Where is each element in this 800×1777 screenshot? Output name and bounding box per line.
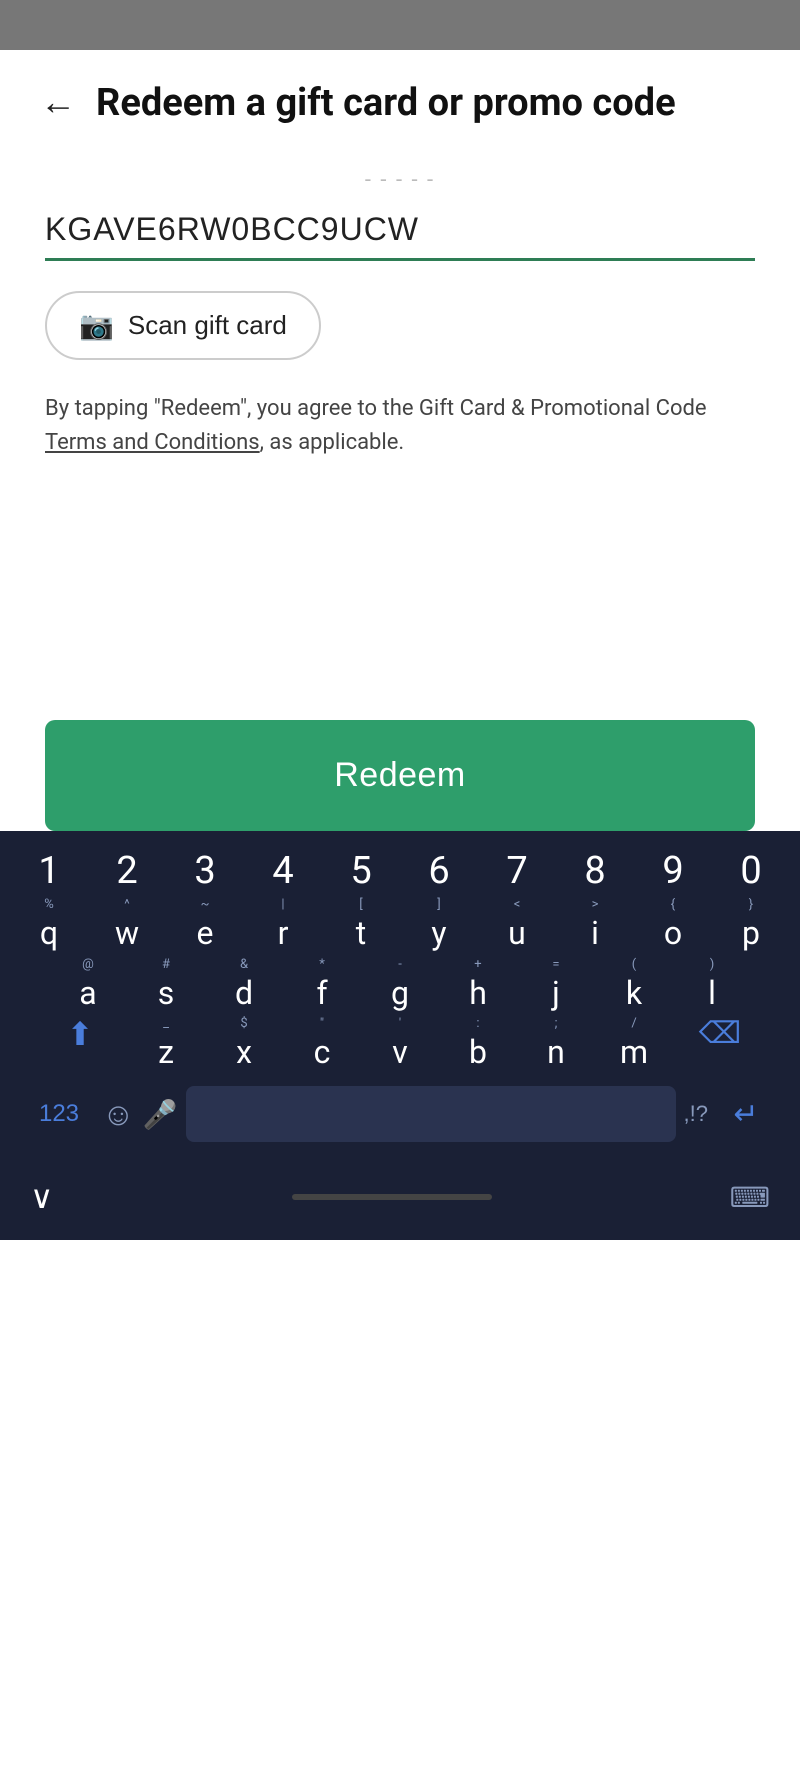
redeem-button[interactable]: Redeem <box>45 720 755 831</box>
key-z[interactable]: _z <box>129 1017 203 1070</box>
key-4[interactable]: 4 <box>246 851 320 893</box>
key-o[interactable]: {o <box>636 898 710 951</box>
key-w[interactable]: ^w <box>90 898 164 951</box>
key-q[interactable]: %q <box>12 898 86 951</box>
key-m[interactable]: /m <box>597 1017 671 1070</box>
spacer <box>0 500 800 720</box>
key-2[interactable]: 2 <box>90 851 164 893</box>
space-key[interactable] <box>186 1086 676 1142</box>
camera-icon: 📷 <box>79 309 114 342</box>
terms-link[interactable]: Terms and Conditions <box>45 430 260 455</box>
key-9[interactable]: 9 <box>636 851 710 893</box>
key-t[interactable]: [t <box>324 898 398 951</box>
header: ← Redeem a gift card or promo code <box>0 50 800 148</box>
key-v[interactable]: 'v <box>363 1017 437 1070</box>
back-button[interactable]: ← <box>40 84 76 120</box>
keyboard-row-3: ⬆ _z $x "c 'v :b ;n /m ⌫ <box>8 1017 792 1070</box>
scan-button-label: Scan gift card <box>128 310 287 341</box>
terms-text: By tapping "Redeem", you agree to the Gi… <box>45 392 755 460</box>
status-bar <box>0 0 800 50</box>
key-k[interactable]: (k <box>597 958 671 1011</box>
key-i[interactable]: >i <box>558 898 632 951</box>
hide-keyboard-button[interactable]: ∨ <box>30 1178 53 1216</box>
terms-suffix: , as applicable. <box>260 430 405 455</box>
key-0[interactable]: 0 <box>714 851 788 893</box>
key-y[interactable]: ]y <box>402 898 476 951</box>
mic-key[interactable]: 🎤 <box>143 1098 178 1131</box>
shift-key[interactable]: ⬆ <box>35 1017 125 1070</box>
key-123[interactable]: 123 <box>24 1100 94 1128</box>
key-6[interactable]: 6 <box>402 851 476 893</box>
key-p[interactable]: }p <box>714 898 788 951</box>
key-7[interactable]: 7 <box>480 851 554 893</box>
content-area: - - - - - 📷 Scan gift card By tapping "R… <box>0 148 800 460</box>
keyboard-numbers-row: 1 2 3 4 5 6 7 8 9 0 <box>8 851 792 893</box>
scroll-indicator <box>292 1194 492 1200</box>
key-e[interactable]: ~e <box>168 898 242 951</box>
key-g[interactable]: -g <box>363 958 437 1011</box>
scan-gift-card-button[interactable]: 📷 Scan gift card <box>45 291 321 360</box>
key-u[interactable]: <u <box>480 898 554 951</box>
keyboard: 1 2 3 4 5 6 7 8 9 0 %q ^w ~e |r [t ]y <u… <box>0 831 800 1162</box>
code-input-wrap <box>45 203 755 261</box>
emoji-key[interactable]: ☺ <box>102 1096 135 1133</box>
faded-hint: - - - - - <box>45 168 755 193</box>
bottom-bar: ∨ ⌨ <box>0 1162 800 1240</box>
key-l[interactable]: )l <box>675 958 749 1011</box>
page-title: Redeem a gift card or promo code <box>96 80 676 128</box>
keyboard-icon: ⌨ <box>730 1181 770 1214</box>
keyboard-bottom-row: 123 ☺ 🎤 ,!? ↵ <box>8 1076 792 1162</box>
key-j[interactable]: =j <box>519 958 593 1011</box>
gift-card-code-input[interactable] <box>45 203 755 261</box>
key-1[interactable]: 1 <box>12 851 86 893</box>
key-h[interactable]: +h <box>441 958 515 1011</box>
key-n[interactable]: ;n <box>519 1017 593 1070</box>
key-f[interactable]: *f <box>285 958 359 1011</box>
key-d[interactable]: &d <box>207 958 281 1011</box>
key-r[interactable]: |r <box>246 898 320 951</box>
punctuation-key[interactable]: ,!? <box>684 1101 708 1127</box>
key-c[interactable]: "c <box>285 1017 359 1070</box>
enter-key[interactable]: ↵ <box>716 1097 776 1132</box>
key-a[interactable]: @a <box>51 958 125 1011</box>
keyboard-row-2: @a #s &d *f -g +h =j (k )l <box>8 958 792 1011</box>
terms-prefix: By tapping "Redeem", you agree to the Gi… <box>45 396 707 421</box>
key-8[interactable]: 8 <box>558 851 632 893</box>
keyboard-row-1: %q ^w ~e |r [t ]y <u >i {o }p <box>8 898 792 951</box>
key-b[interactable]: :b <box>441 1017 515 1070</box>
backspace-key[interactable]: ⌫ <box>675 1017 765 1070</box>
key-5[interactable]: 5 <box>324 851 398 893</box>
key-s[interactable]: #s <box>129 958 203 1011</box>
key-3[interactable]: 3 <box>168 851 242 893</box>
key-x[interactable]: $x <box>207 1017 281 1070</box>
